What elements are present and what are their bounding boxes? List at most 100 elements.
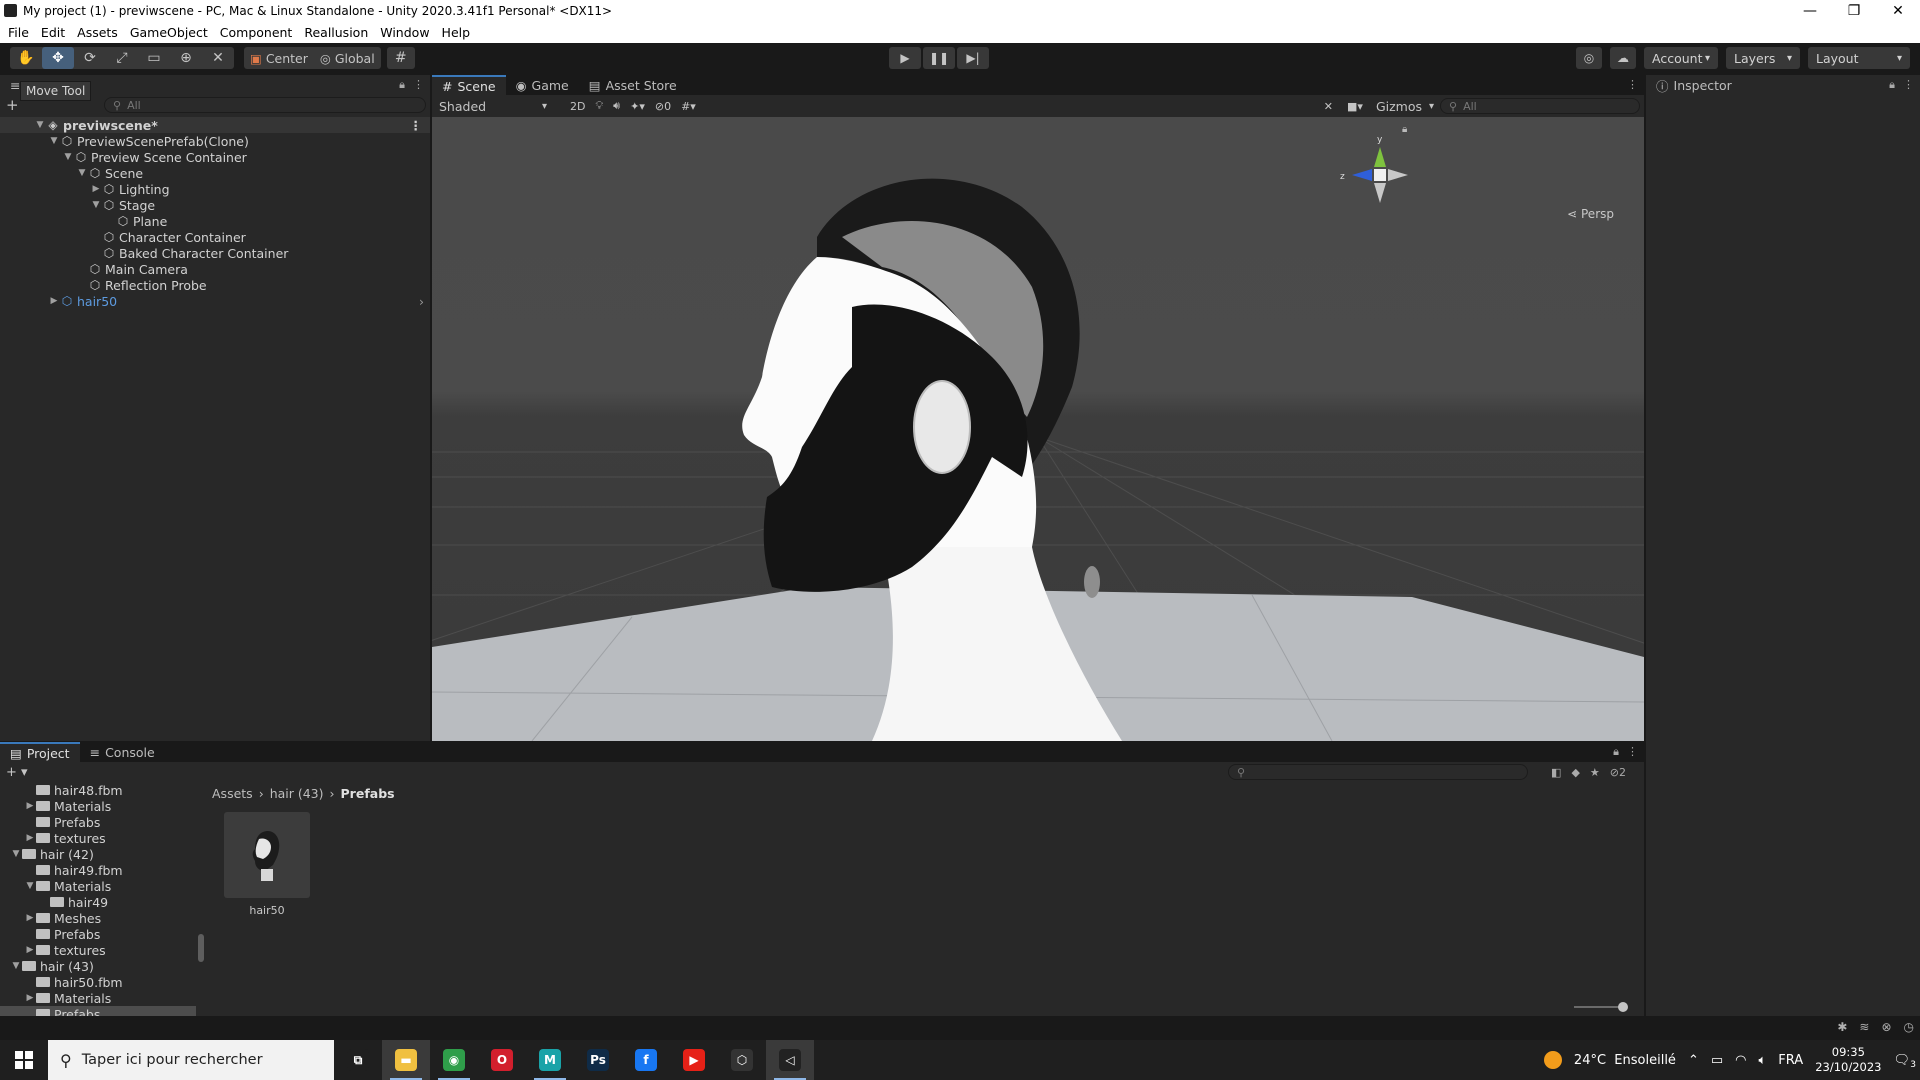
hierarchy-item[interactable]: ▶ ⬡ Lighting	[0, 181, 430, 197]
folder-item[interactable]: hair49.fbm	[0, 862, 206, 878]
taskbar-chrome[interactable]: ◉	[430, 1040, 478, 1080]
scrollbar-thumb[interactable]	[198, 934, 204, 962]
restore-button[interactable]: ❐	[1832, 0, 1876, 21]
account-dropdown[interactable]: Account	[1644, 47, 1718, 69]
kebab-menu-icon[interactable]: ⋮	[1627, 745, 1638, 759]
tab-project[interactable]: ▤ Project	[0, 742, 80, 762]
folder-item[interactable]: ▶ Materials	[0, 798, 206, 814]
breadcrumb-hair43[interactable]: hair (43)	[270, 786, 324, 801]
menu-assets[interactable]: Assets	[71, 25, 124, 40]
hierarchy-item[interactable]: ▼ ⬡ Scene	[0, 165, 430, 181]
folder-item[interactable]: Prefabs	[0, 814, 206, 830]
play-icon[interactable]: ▶	[889, 47, 921, 69]
folder-item[interactable]: ▼ Materials	[0, 878, 206, 894]
hidden-objects-toggle[interactable]: ⊘ 0	[650, 97, 676, 115]
collapsed-arrow-icon[interactable]: ▶	[90, 184, 102, 194]
clock[interactable]: 09:35 23/10/2023	[1815, 1045, 1881, 1075]
folder-item[interactable]: Prefabs	[0, 926, 206, 942]
kebab-menu-icon[interactable]: ⋮	[1627, 78, 1638, 91]
filter-label-icon[interactable]: ◆	[1571, 766, 1579, 779]
shading-mode-dropdown[interactable]: Shaded	[435, 97, 553, 115]
taskbar-photoshop[interactable]: Ps	[574, 1040, 622, 1080]
grid-icon[interactable]: #▾	[676, 97, 701, 115]
grid-snap-icon[interactable]: #	[386, 47, 415, 69]
folder-item[interactable]: hair48.fbm	[0, 782, 206, 798]
language-indicator[interactable]: FRA	[1778, 1053, 1803, 1068]
audio-icon[interactable]: 🔊︎	[608, 97, 625, 115]
folder-item[interactable]: ▼ hair (43)	[0, 958, 206, 974]
folder-item[interactable]: hair50.fbm	[0, 974, 206, 990]
hand-icon[interactable]: ✋	[10, 47, 42, 69]
pause-icon[interactable]: ❚❚	[923, 47, 955, 69]
add-icon[interactable]: +	[6, 96, 19, 114]
tab-asset-store[interactable]: ▤ Asset Store	[579, 75, 687, 95]
lighting-icon[interactable]: 💡︎	[590, 97, 608, 115]
hierarchy-item[interactable]: ⬡ Plane	[0, 213, 430, 229]
wifi-icon[interactable]: ◠	[1735, 1053, 1746, 1068]
gizmos-dropdown[interactable]: Gizmos	[1372, 97, 1436, 115]
rotate-icon[interactable]: ⟳	[74, 47, 106, 69]
filter-type-icon[interactable]: ◧	[1551, 766, 1561, 779]
taskbar-unity-editor[interactable]: ◁	[766, 1040, 814, 1080]
scene-root-item[interactable]: ▼ ◈ previwscene* ⋮	[0, 117, 430, 133]
layers-dropdown[interactable]: Layers	[1726, 47, 1800, 69]
expanded-arrow-icon[interactable]: ▼	[62, 152, 74, 162]
hierarchy-item[interactable]: ▼ ⬡ Stage	[0, 197, 430, 213]
camera-icon[interactable]: ■▾	[1342, 97, 1368, 115]
scene-search-input[interactable]: ⚲ All	[1440, 98, 1640, 114]
chevron-right-icon[interactable]: ›	[419, 294, 424, 309]
project-search-input[interactable]: ⚲	[1228, 764, 1528, 780]
rect-icon[interactable]: ▭	[138, 47, 170, 69]
hierarchy-item[interactable]: ⬡ Character Container	[0, 229, 430, 245]
folder-tree-scrollbar[interactable]	[196, 782, 206, 1016]
hierarchy-item[interactable]: ⬡ Baked Character Container	[0, 245, 430, 261]
folder-item[interactable]: hair49	[0, 894, 206, 910]
collab-icon[interactable]: ◎	[1576, 47, 1602, 69]
slider-knob[interactable]	[1618, 1002, 1628, 1012]
hierarchy-search-input[interactable]: ⚲ All	[104, 97, 426, 113]
expanded-arrow-icon[interactable]: ▼	[10, 849, 22, 859]
progress-icon[interactable]: ◷	[1904, 1020, 1914, 1034]
breadcrumb-prefabs[interactable]: Prefabs	[341, 786, 395, 801]
kebab-menu-icon[interactable]: ⋮	[1903, 78, 1914, 92]
collapsed-arrow-icon[interactable]: ▶	[24, 833, 36, 843]
scene-viewport[interactable]: z y 🔒︎ ⋖ Persp	[432, 117, 1644, 741]
folder-item[interactable]: ▶ Meshes	[0, 910, 206, 926]
tools-icon[interactable]: ✕	[1319, 97, 1338, 115]
transform-icon[interactable]: ⊕	[170, 47, 202, 69]
chevron-up-icon[interactable]: ⌃	[1688, 1053, 1699, 1068]
asset-item[interactable]: hair50	[224, 812, 310, 917]
tab-game[interactable]: ◉ Game	[506, 75, 579, 95]
taskbar-file-explorer[interactable]: ▬	[382, 1040, 430, 1080]
mode-2d-toggle[interactable]: 2D	[565, 97, 590, 115]
collapsed-arrow-icon[interactable]: ▶	[24, 993, 36, 1003]
close-button[interactable]: ✕	[1876, 0, 1920, 21]
collapsed-arrow-icon[interactable]: ▶	[24, 801, 36, 811]
expanded-arrow-icon[interactable]: ▼	[34, 120, 46, 130]
taskbar-maya[interactable]: M	[526, 1040, 574, 1080]
collapsed-arrow-icon[interactable]: ▶	[48, 296, 60, 306]
menu-window[interactable]: Window	[374, 25, 435, 40]
step-icon[interactable]: ▶|	[957, 47, 989, 69]
expanded-arrow-icon[interactable]: ▼	[48, 136, 60, 146]
cloud-icon[interactable]: ☁	[1610, 47, 1636, 69]
effects-icon[interactable]: ✦▾	[625, 97, 650, 115]
kebab-menu-icon[interactable]: ⋮	[413, 78, 424, 92]
hierarchy-item[interactable]: ▼ ⬡ Preview Scene Container	[0, 149, 430, 165]
move-icon[interactable]: ✥	[42, 47, 74, 69]
kebab-menu-icon[interactable]: ⋮	[410, 118, 423, 133]
volume-icon[interactable]: 🔈︎	[1758, 1053, 1766, 1068]
folder-item[interactable]: ▼ hair (42)	[0, 846, 206, 862]
weather-text[interactable]: 24°C Ensoleillé	[1574, 1053, 1676, 1068]
notification-icon[interactable]: 🗨︎ 3	[1893, 1053, 1916, 1070]
taskbar-task-view[interactable]: ⧉	[334, 1040, 382, 1080]
expanded-arrow-icon[interactable]: ▼	[10, 961, 22, 971]
folder-item[interactable]: ▶ textures	[0, 830, 206, 846]
menu-file[interactable]: File	[2, 25, 35, 40]
taskbar-youtube[interactable]: ▶	[670, 1040, 718, 1080]
layout-dropdown[interactable]: Layout	[1808, 47, 1910, 69]
lock-icon[interactable]: 🔒︎	[399, 78, 405, 92]
folder-item[interactable]: ▶ Materials	[0, 990, 206, 1006]
hierarchy-item[interactable]: ▶ ⬡ hair50 ›	[0, 293, 430, 309]
tab-scene[interactable]: # Scene	[432, 75, 506, 95]
